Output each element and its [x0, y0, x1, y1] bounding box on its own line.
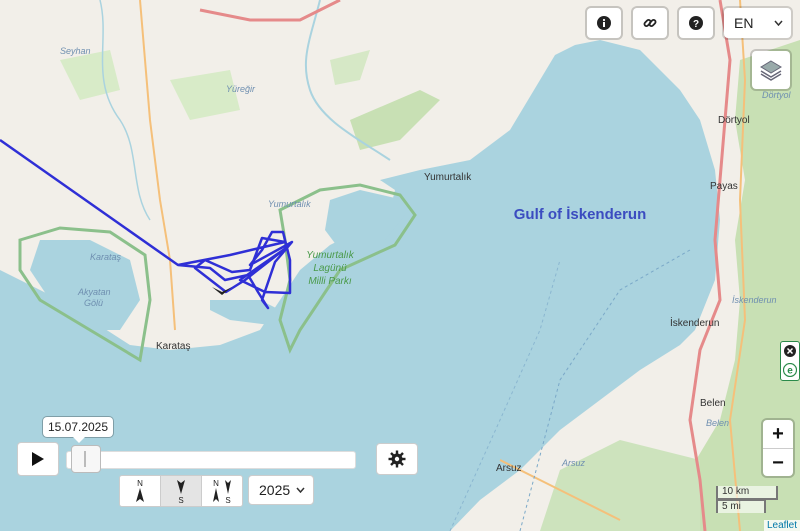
iskenderun-road-label: İskenderun [732, 295, 777, 305]
scale-bar: 10 km 5 mi [716, 486, 778, 513]
settings-button[interactable] [376, 443, 418, 475]
date-tooltip: 15.07.2025 [43, 417, 113, 443]
svg-text:S: S [225, 496, 230, 504]
akyatan-label-1: Akyatan [77, 287, 111, 297]
svg-text:e: e [787, 366, 793, 377]
north-south-arrows-icon: NS [213, 479, 231, 504]
timeline-slider-thumb[interactable] [71, 445, 102, 473]
chevron-down-icon [774, 20, 783, 26]
layers-button[interactable] [752, 51, 790, 89]
play-icon [32, 452, 44, 466]
arsuz-road-label: Arsuz [561, 458, 586, 468]
info-button[interactable] [587, 8, 621, 38]
dortyol-label: Dörtyol [718, 115, 750, 126]
yumurtalik-town-label: Yumurtalık [424, 172, 472, 183]
dortyol-road-label: Dörtyol [762, 90, 792, 100]
karatas-lagoon-label: Karataş [90, 252, 122, 262]
orientation-south-button[interactable]: S [161, 476, 202, 506]
karatas-label: Karataş [156, 341, 190, 352]
zoom-out-button[interactable]: − [763, 449, 793, 477]
chevron-down-icon [296, 487, 305, 493]
yumurtalik-small-label: Yumurtalık [268, 199, 311, 209]
scale-mi: 5 mi [716, 499, 766, 513]
orientation-both-button[interactable]: NS [202, 476, 242, 506]
seyhan-label: Seyhan [60, 46, 91, 56]
north-arrow-icon: N [136, 479, 144, 502]
orientation-north-button[interactable]: N [120, 476, 161, 506]
timeline-slider[interactable] [66, 451, 356, 469]
link-icon [643, 19, 657, 27]
belen-road-label: Belen [706, 418, 729, 428]
belen-label: Belen [700, 398, 726, 409]
arsuz-label: Arsuz [496, 463, 522, 474]
yuregir-label: Yüreğir [226, 84, 256, 94]
play-button[interactable] [17, 442, 59, 476]
help-icon: ? [689, 16, 703, 30]
help-button[interactable]: ? [679, 8, 713, 38]
park-label-3: Milli Parkı [308, 276, 352, 287]
scale-km: 10 km [716, 486, 778, 500]
link-button[interactable] [633, 8, 667, 38]
side-widget[interactable]: e [780, 341, 800, 381]
year-select[interactable]: 2025 [248, 475, 314, 505]
close-icon[interactable] [784, 345, 796, 357]
svg-text:?: ? [693, 19, 699, 30]
akyatan-label-2: Gölü [84, 298, 103, 308]
year-value: 2025 [259, 482, 291, 498]
payas-label: Payas [710, 181, 738, 192]
e-logo-icon: e [783, 363, 797, 377]
park-label-2: Lagünü [313, 263, 347, 274]
zoom-in-button[interactable]: + [763, 420, 793, 449]
svg-text:N: N [137, 479, 143, 488]
svg-text:S: S [178, 496, 183, 504]
attribution-link[interactable]: Leaflet [763, 520, 800, 531]
gulf-label: Gulf of İskenderun [514, 206, 647, 223]
south-arrow-icon: S [177, 480, 185, 504]
orientation-toggle: N S NS [119, 475, 243, 507]
language-value: EN [734, 15, 754, 31]
park-label-1: Yumurtalık [306, 250, 354, 261]
layers-icon [760, 60, 782, 81]
svg-text:N: N [213, 479, 219, 488]
language-select[interactable]: EN [724, 8, 791, 38]
zoom-control: + − [763, 420, 793, 476]
info-icon [597, 16, 611, 30]
gear-icon [388, 450, 406, 468]
iskenderun-label: İskenderun [670, 316, 719, 329]
